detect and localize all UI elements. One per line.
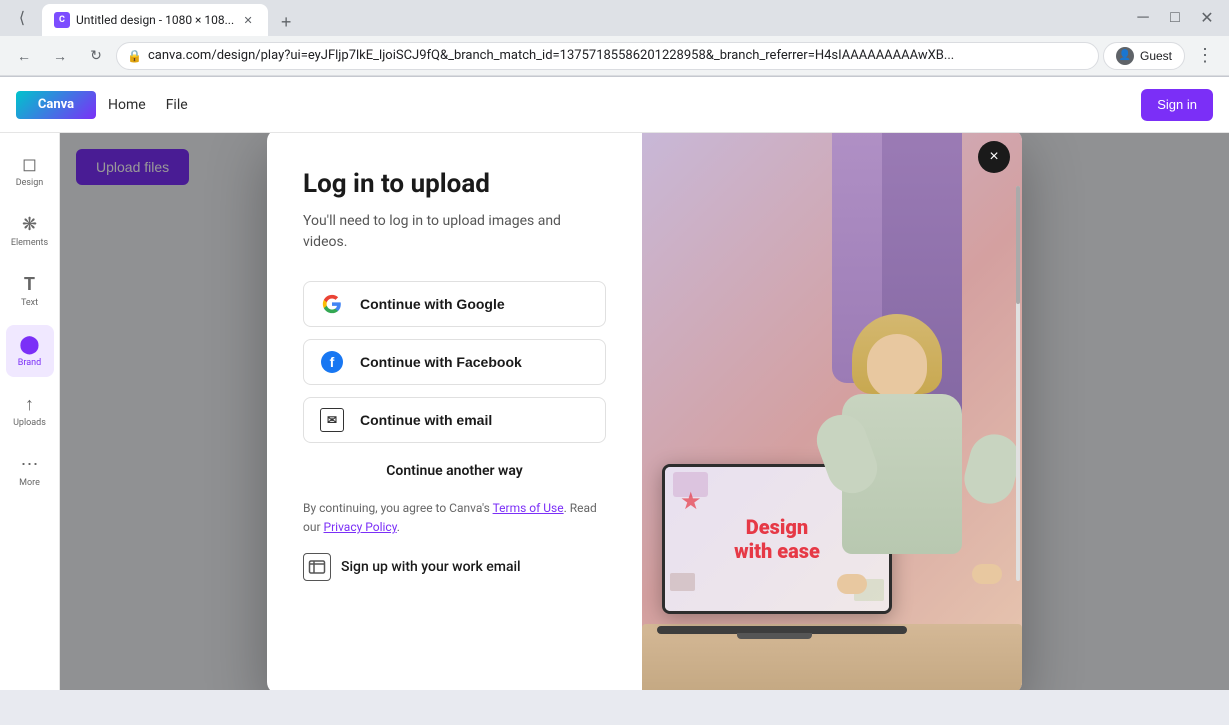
browser-menu-button[interactable]: ⋮ — [1189, 40, 1221, 72]
work-email-row[interactable]: Sign up with your work email — [303, 553, 606, 581]
browser-chrome: ⟨ C Untitled design - 1080 × 108... ✕ + … — [0, 0, 1229, 77]
woman-hand-right — [972, 564, 1002, 584]
guest-button[interactable]: 👤 Guest — [1103, 42, 1185, 70]
shape-star: ★ — [680, 487, 702, 515]
screen-design-text: Design with ease — [734, 515, 820, 563]
lock-icon: 🔒 — [127, 49, 142, 63]
address-bar[interactable]: 🔒 canva.com/design/play?ui=eyJFljp7lkE_l… — [116, 42, 1099, 70]
toolbar-actions: 👤 Guest ⋮ — [1103, 40, 1221, 72]
uploads-icon: ↑ — [25, 394, 34, 415]
reload-button[interactable]: ↻ — [80, 40, 112, 72]
laptop-scene: ★ Design with ease — [642, 133, 1022, 690]
text-icon: T — [24, 274, 35, 295]
login-modal: × Log in to upload You'll need to log in… — [267, 133, 1022, 690]
woman-arm-right — [959, 429, 1022, 510]
modal-overlay[interactable]: × Log in to upload You'll need to log in… — [60, 133, 1229, 690]
design-icon: ◻ — [22, 154, 37, 175]
canva-signin-button[interactable]: Sign in — [1141, 89, 1213, 121]
sidebar-label-elements: Elements — [11, 238, 48, 248]
guest-avatar: 👤 — [1116, 47, 1134, 65]
woman-head — [867, 334, 927, 399]
privacy-link[interactable]: Privacy Policy — [324, 520, 397, 534]
modal-legal-text: By continuing, you agree to Canva's Term… — [303, 499, 606, 537]
canva-background: Canva Home File Sign in ◻ Design ❋ Eleme… — [0, 77, 1229, 690]
sidebar-item-text[interactable]: T Text — [6, 265, 54, 317]
forward-button[interactable]: → — [44, 40, 76, 72]
google-icon — [320, 292, 344, 316]
terms-link[interactable]: Terms of Use — [493, 501, 564, 515]
work-email-label: Sign up with your work email — [341, 559, 521, 575]
address-text: canva.com/design/play?ui=eyJFljp7lkE_ljo… — [148, 48, 1088, 63]
facebook-btn-label: Continue with Facebook — [360, 354, 522, 370]
canva-logo: Canva — [16, 91, 96, 119]
window-minimize-button[interactable]: ─ — [1129, 4, 1157, 32]
sidebar-item-uploads[interactable]: ↑ Uploads — [6, 385, 54, 437]
shape-4 — [670, 573, 695, 591]
sidebar-item-more[interactable]: ⋯ More — [6, 445, 54, 497]
email-auth-button[interactable]: ✉ Continue with email — [303, 397, 606, 443]
nav-file[interactable]: File — [166, 97, 188, 113]
minimize-button[interactable]: ⟨ — [8, 4, 36, 32]
sidebar-label-more: More — [19, 478, 40, 488]
browser-tab-active[interactable]: C Untitled design - 1080 × 108... ✕ — [42, 4, 268, 36]
more-icon: ⋯ — [21, 454, 39, 475]
facebook-icon: f — [320, 350, 344, 374]
google-auth-button[interactable]: Continue with Google — [303, 281, 606, 327]
browser-titlebar: ⟨ C Untitled design - 1080 × 108... ✕ + … — [0, 0, 1229, 36]
canva-topbar: Canva Home File Sign in — [0, 77, 1229, 133]
canva-main: Upload files × Log in to upload You'll n… — [60, 133, 1229, 690]
canva-nav: Home File — [108, 97, 188, 113]
modal-scrollbar[interactable] — [1016, 186, 1020, 582]
tab-title: Untitled design - 1080 × 108... — [76, 13, 234, 27]
window-close-button[interactable]: ✕ — [1193, 4, 1221, 32]
back-button[interactable]: ← — [8, 40, 40, 72]
sidebar-item-design[interactable]: ◻ Design — [6, 145, 54, 197]
woman-hand-left — [837, 574, 867, 594]
sidebar-label-brand: Brand — [18, 358, 41, 368]
guest-label: Guest — [1140, 49, 1172, 63]
email-btn-label: Continue with email — [360, 412, 492, 428]
modal-scrollbar-thumb — [1016, 186, 1020, 305]
sidebar-label-uploads: Uploads — [13, 418, 46, 428]
sidebar-label-design: Design — [16, 178, 44, 188]
modal-close-button[interactable]: × — [978, 141, 1010, 173]
browser-toolbar: ← → ↻ 🔒 canva.com/design/play?ui=eyJFljp… — [0, 36, 1229, 76]
modal-right-panel: ★ Design with ease — [642, 133, 1022, 690]
woman-figure — [832, 314, 1012, 634]
sidebar-item-brand[interactable]: ⬤ Brand — [6, 325, 54, 377]
modal-title: Log in to upload — [303, 169, 606, 199]
canva-topbar-right: Sign in — [1141, 89, 1213, 121]
brand-icon: ⬤ — [19, 334, 39, 355]
laptop-stand — [737, 633, 812, 639]
facebook-auth-button[interactable]: f Continue with Facebook — [303, 339, 606, 385]
elements-icon: ❋ — [22, 214, 37, 235]
modal-left-panel: Log in to upload You'll need to log in t… — [267, 133, 642, 690]
canva-content: ◻ Design ❋ Elements T Text ⬤ Brand ↑ Upl… — [0, 133, 1229, 690]
sidebar-item-elements[interactable]: ❋ Elements — [6, 205, 54, 257]
google-btn-label: Continue with Google — [360, 296, 505, 312]
close-icon: × — [989, 148, 998, 166]
nav-home[interactable]: Home — [108, 97, 146, 113]
continue-another-way[interactable]: Continue another way — [303, 463, 606, 479]
window-restore-button[interactable]: □ — [1161, 4, 1189, 32]
modal-subtitle: You'll need to log in to upload images a… — [303, 211, 606, 253]
tab-close-button[interactable]: ✕ — [240, 12, 256, 28]
new-tab-button[interactable]: + — [272, 8, 300, 36]
tab-favicon: C — [54, 12, 70, 28]
canva-sidebar: ◻ Design ❋ Elements T Text ⬤ Brand ↑ Upl… — [0, 133, 60, 690]
work-email-icon — [303, 553, 331, 581]
sidebar-label-text: Text — [21, 298, 38, 308]
email-icon: ✉ — [320, 408, 344, 432]
